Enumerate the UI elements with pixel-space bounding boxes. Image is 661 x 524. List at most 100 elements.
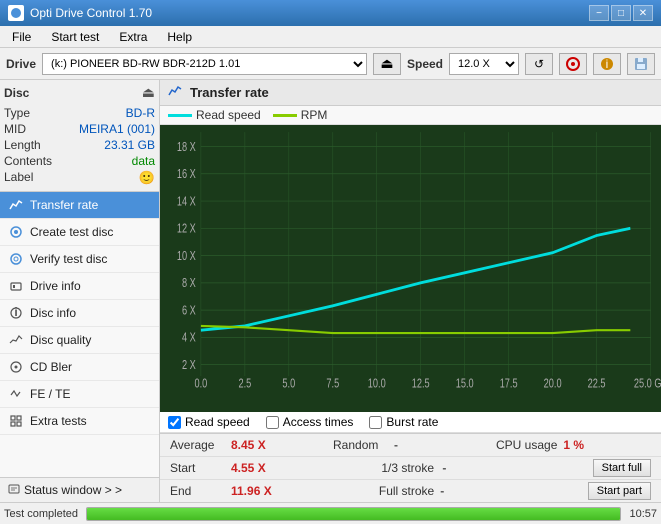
nav-item-disc-quality[interactable]: Disc quality — [0, 327, 159, 354]
nav-drive-info-label: Drive info — [30, 279, 81, 293]
toolbar-btn-1[interactable] — [559, 53, 587, 75]
disc-type-key: Type — [4, 106, 30, 120]
legend-read-speed: Read speed — [168, 108, 261, 122]
speed-select[interactable]: 12.0 X — [449, 53, 519, 75]
stat-stroke13-row: 1/3 stroke - — [377, 459, 588, 477]
stat-fullstroke-value: - — [440, 484, 485, 498]
time-text: 10:57 — [629, 508, 657, 520]
stat-average-row: Average 8.45 X — [166, 436, 329, 454]
stat-start-value: 4.55 X — [231, 461, 276, 475]
stat-start-label: Start — [170, 461, 225, 475]
legend-read-speed-color — [168, 114, 192, 117]
speed-label: Speed — [407, 57, 443, 71]
access-times-checkbox[interactable] — [266, 416, 279, 429]
disc-type-val: BD-R — [126, 106, 155, 120]
extra-tests-icon — [8, 413, 24, 429]
main-layout: Disc ⏏ Type BD-R MID MEIRA1 (001) Length… — [0, 80, 661, 502]
stat-average-value: 8.45 X — [231, 438, 276, 452]
disc-length-val: 23.31 GB — [104, 138, 155, 152]
stat-end-row: End 11.96 X — [166, 482, 375, 500]
disc-type-row: Type BD-R — [4, 105, 155, 121]
access-times-checkbox-label[interactable]: Access times — [283, 415, 354, 429]
disc-eject-icon[interactable]: ⏏ — [142, 84, 155, 101]
title-bar: Opti Drive Control 1.70 − □ ✕ — [0, 0, 661, 26]
read-speed-checkbox[interactable] — [168, 416, 181, 429]
nav-item-transfer-rate[interactable]: Transfer rate — [0, 192, 159, 219]
nav-disc-quality-label: Disc quality — [30, 333, 91, 347]
chart-legend: Read speed RPM — [160, 106, 661, 125]
maximize-button[interactable]: □ — [611, 5, 631, 21]
disc-quality-icon — [8, 332, 24, 348]
start-part-button[interactable]: Start part — [588, 482, 651, 500]
toolbar-btn-2[interactable]: i — [593, 53, 621, 75]
chart-area: 18 X 16 X 14 X 12 X 10 X 8 X 6 X 4 X 2 X… — [160, 125, 661, 412]
save-button[interactable] — [627, 53, 655, 75]
svg-text:6 X: 6 X — [182, 304, 196, 318]
drive-info-icon — [8, 278, 24, 294]
svg-text:20.0: 20.0 — [544, 377, 562, 391]
stat-fullstroke-label: Full stroke — [379, 484, 434, 498]
chart-svg: 18 X 16 X 14 X 12 X 10 X 8 X 6 X 4 X 2 X… — [160, 125, 661, 412]
read-speed-checkbox-item[interactable]: Read speed — [168, 415, 250, 429]
nav-item-create-test-disc[interactable]: Create test disc — [0, 219, 159, 246]
disc-length-row: Length 23.31 GB — [4, 137, 155, 153]
eject-button[interactable]: ⏏ — [373, 53, 401, 75]
menu-help[interactable]: Help — [159, 28, 200, 46]
menu-extra[interactable]: Extra — [111, 28, 155, 46]
stat-random-value: - — [394, 438, 439, 452]
access-times-checkbox-item[interactable]: Access times — [266, 415, 354, 429]
nav-item-drive-info[interactable]: Drive info — [0, 273, 159, 300]
legend-rpm: RPM — [273, 108, 328, 122]
stat-cpu-label: CPU usage — [496, 438, 557, 452]
svg-text:8 X: 8 X — [182, 277, 196, 291]
chart-header: Transfer rate — [160, 80, 661, 106]
svg-text:25.0 GB: 25.0 GB — [634, 377, 661, 391]
status-window-button[interactable]: Status window > > — [0, 477, 159, 502]
burst-rate-checkbox-label[interactable]: Burst rate — [386, 415, 438, 429]
menu-file[interactable]: File — [4, 28, 39, 46]
nav-item-fe-te[interactable]: FE / TE — [0, 381, 159, 408]
chart-icon — [168, 84, 182, 101]
nav-extra-tests-label: Extra tests — [30, 414, 87, 428]
nav-item-cd-bler[interactable]: CD Bler — [0, 354, 159, 381]
disc-label-key: Label — [4, 170, 33, 186]
nav-item-extra-tests[interactable]: Extra tests — [0, 408, 159, 435]
nav-disc-info-label: Disc info — [30, 306, 76, 320]
read-speed-checkbox-label[interactable]: Read speed — [185, 415, 250, 429]
nav-item-verify-test-disc[interactable]: Verify test disc — [0, 246, 159, 273]
stat-cpu-row: CPU usage 1 % — [492, 436, 655, 454]
app-title: Opti Drive Control 1.70 — [30, 6, 152, 20]
stat-end-label: End — [170, 484, 225, 498]
svg-text:2 X: 2 X — [182, 359, 196, 373]
burst-rate-checkbox-item[interactable]: Burst rate — [369, 415, 438, 429]
svg-text:17.5: 17.5 — [500, 377, 518, 391]
disc-label-row: Label 🙂 — [4, 169, 155, 187]
menu-bar: File Start test Extra Help — [0, 26, 661, 48]
stat-random-row: Random - — [329, 436, 492, 454]
legend-rpm-label: RPM — [301, 108, 328, 122]
nav-create-test-disc-label: Create test disc — [30, 225, 113, 239]
minimize-button[interactable]: − — [589, 5, 609, 21]
disc-mid-key: MID — [4, 122, 26, 136]
disc-panel: Disc ⏏ Type BD-R MID MEIRA1 (001) Length… — [0, 80, 159, 192]
content-area: Transfer rate Read speed RPM — [160, 80, 661, 502]
start-full-button[interactable]: Start full — [593, 459, 651, 477]
create-test-disc-icon — [8, 224, 24, 240]
progress-fill — [87, 508, 620, 520]
progress-bar-container: Test completed 10:57 — [0, 502, 661, 524]
svg-text:4 X: 4 X — [182, 331, 196, 345]
nav-item-disc-info[interactable]: i Disc info — [0, 300, 159, 327]
stat-cpu-value: 1 % — [563, 438, 608, 452]
stat-fullstroke-row: Full stroke - — [375, 482, 584, 500]
burst-rate-checkbox[interactable] — [369, 416, 382, 429]
disc-panel-title: Disc — [4, 86, 29, 100]
transfer-rate-icon — [8, 197, 24, 213]
close-button[interactable]: ✕ — [633, 5, 653, 21]
menu-start-test[interactable]: Start test — [43, 28, 107, 46]
svg-text:15.0: 15.0 — [456, 377, 474, 391]
svg-text:18 X: 18 X — [177, 140, 196, 154]
drive-select[interactable]: (k:) PIONEER BD-RW BDR-212D 1.01 — [42, 53, 367, 75]
svg-text:2.5: 2.5 — [238, 377, 251, 391]
refresh-button[interactable]: ↺ — [525, 53, 553, 75]
disc-mid-row: MID MEIRA1 (001) — [4, 121, 155, 137]
